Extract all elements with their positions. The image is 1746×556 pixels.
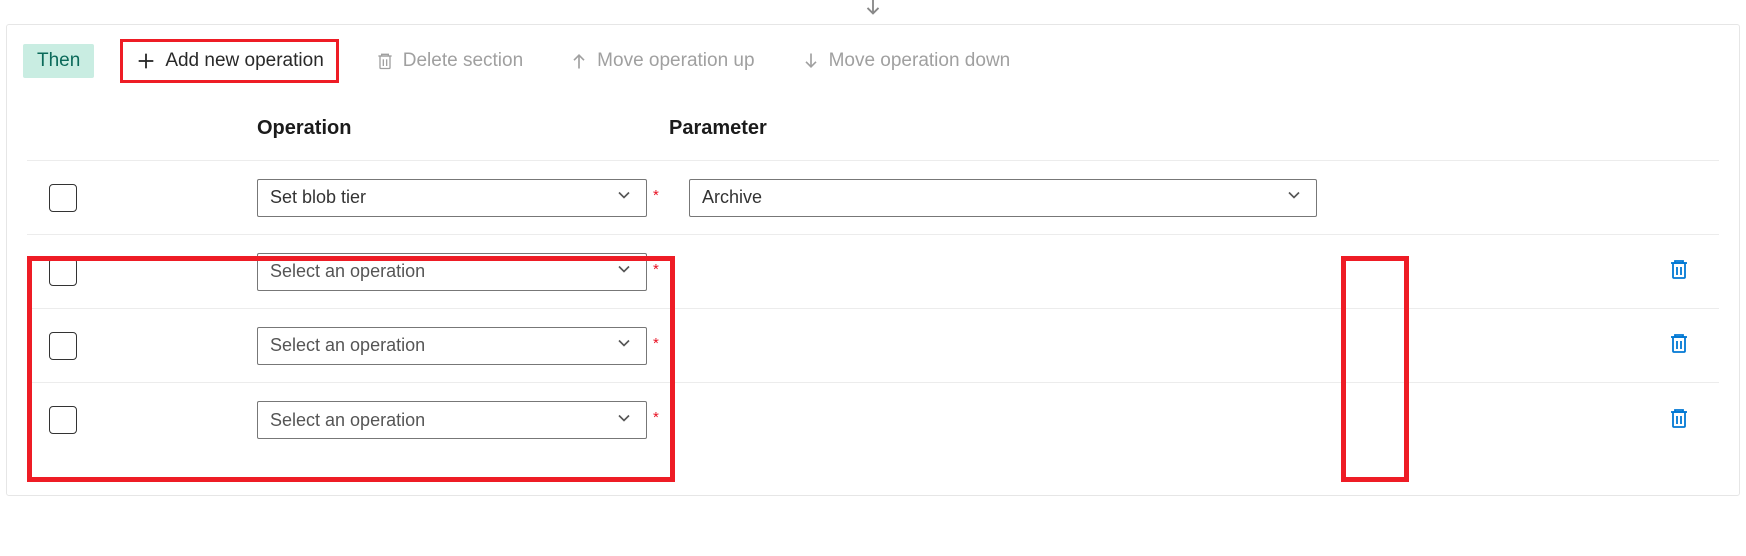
delete-section-button[interactable]: Delete section [365, 44, 533, 78]
header-parameter: Parameter [669, 117, 1719, 140]
table-row: Set blob tier * Archive [27, 161, 1719, 235]
flow-arrow-down-icon [862, 0, 884, 23]
arrow-up-icon [569, 50, 589, 72]
trash-icon [375, 50, 395, 72]
arrow-down-icon [801, 50, 821, 72]
parameter-select[interactable]: Archive [689, 179, 1317, 217]
operation-select-value: Select an operation [270, 261, 425, 282]
add-new-operation-label: Add new operation [165, 50, 323, 72]
table-row: Select an operation * [27, 235, 1719, 309]
chevron-down-icon [614, 259, 634, 284]
operation-select[interactable]: Select an operation [257, 253, 647, 291]
move-operation-down-button[interactable]: Move operation down [791, 44, 1021, 78]
operation-select[interactable]: Select an operation [257, 327, 647, 365]
row-checkbox[interactable] [49, 258, 77, 286]
operation-select-value: Select an operation [270, 335, 425, 356]
then-badge: Then [23, 44, 94, 78]
move-down-label: Move operation down [829, 50, 1011, 72]
chevron-down-icon [614, 408, 634, 433]
table-row: Select an operation * [27, 383, 1719, 457]
operations-table: Operation Parameter Set blob tier * [7, 101, 1739, 457]
table-header-row: Operation Parameter [27, 101, 1719, 161]
add-new-operation-button[interactable]: Add new operation [120, 39, 338, 83]
chevron-down-icon [614, 185, 634, 210]
required-marker: * [653, 187, 659, 204]
delete-section-label: Delete section [403, 50, 523, 72]
table-row: Select an operation * [27, 309, 1719, 383]
then-panel: Then Add new operation Delete section Mo… [6, 24, 1740, 496]
row-checkbox[interactable] [49, 406, 77, 434]
header-operation: Operation [257, 117, 669, 140]
move-operation-up-button[interactable]: Move operation up [559, 44, 764, 78]
operation-select-value: Select an operation [270, 410, 425, 431]
toolbar: Then Add new operation Delete section Mo… [7, 25, 1739, 101]
required-marker: * [653, 261, 659, 278]
parameter-select-value: Archive [702, 187, 762, 208]
move-up-label: Move operation up [597, 50, 754, 72]
chevron-down-icon [1284, 185, 1304, 210]
required-marker: * [653, 409, 659, 426]
delete-row-button[interactable] [1667, 405, 1691, 436]
required-marker: * [653, 335, 659, 352]
row-checkbox[interactable] [49, 332, 77, 360]
row-checkbox[interactable] [49, 184, 77, 212]
plus-icon [135, 50, 157, 72]
operation-select[interactable]: Select an operation [257, 401, 647, 439]
delete-row-button[interactable] [1667, 330, 1691, 361]
chevron-down-icon [614, 333, 634, 358]
delete-row-button[interactable] [1667, 256, 1691, 287]
operation-select[interactable]: Set blob tier [257, 179, 647, 217]
operation-select-value: Set blob tier [270, 187, 366, 208]
